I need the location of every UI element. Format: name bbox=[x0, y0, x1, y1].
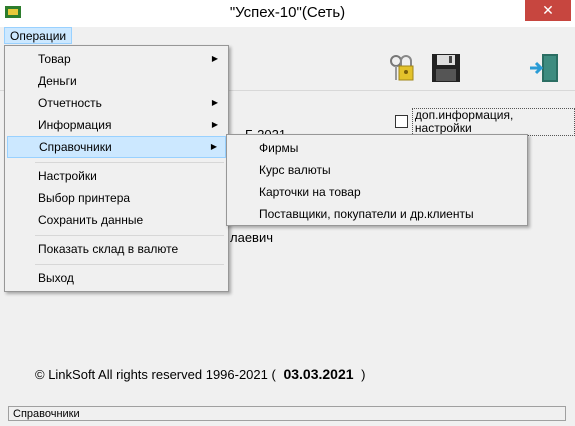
keys-lock-icon[interactable] bbox=[387, 52, 419, 84]
menu-item-label: Сохранить данные bbox=[38, 213, 144, 227]
close-button[interactable]: ✕ bbox=[525, 0, 571, 21]
menu-operations[interactable]: Операции bbox=[4, 27, 73, 44]
copyright-line: © LinkSoft All rights reserved 1996-2021… bbox=[35, 366, 366, 382]
menu-item-stock-currency[interactable]: Показать склад в валюте bbox=[7, 238, 226, 260]
menu-item-save-data[interactable]: Сохранить данные bbox=[7, 209, 226, 231]
extra-info-label: доп.информация, настройки bbox=[411, 107, 575, 136]
submenu-arrow-icon: ▶ bbox=[211, 98, 218, 107]
menu-item-money[interactable]: Деньги bbox=[7, 70, 226, 92]
operations-dropdown: Товар ▶ Деньги Отчетность ▶ Информация ▶… bbox=[4, 45, 229, 292]
submenu-item-clients[interactable]: Поставщики, покупатели и др.клиенты bbox=[229, 203, 525, 225]
submenu-arrow-icon: ▶ bbox=[211, 54, 218, 63]
submenu-item-exchange-rate[interactable]: Курс валюты bbox=[229, 159, 525, 181]
submenu-arrow-icon: ▶ bbox=[210, 142, 217, 151]
menu-separator bbox=[35, 235, 224, 236]
submenu-item-product-cards[interactable]: Карточки на товар bbox=[229, 181, 525, 203]
directories-submenu: Фирмы Курс валюты Карточки на товар Пост… bbox=[226, 134, 528, 226]
menu-item-label: Деньги bbox=[38, 74, 77, 88]
submenu-arrow-icon: ▶ bbox=[211, 120, 218, 129]
submenu-item-firms[interactable]: Фирмы bbox=[229, 137, 525, 159]
menu-item-label: Выбор принтера bbox=[38, 191, 131, 205]
window-title: "Успех-10"(Сеть) bbox=[229, 4, 346, 21]
menu-item-label: Информация bbox=[38, 118, 112, 132]
status-text: Справочники bbox=[8, 406, 566, 421]
extra-info-option[interactable]: доп.информация, настройки bbox=[395, 107, 575, 136]
menu-item-label: Выход bbox=[38, 271, 74, 285]
menu-item-goods[interactable]: Товар ▶ bbox=[7, 48, 226, 70]
menu-item-exit[interactable]: Выход bbox=[7, 267, 226, 289]
title-bar[interactable]: "Успех-10"(Сеть) ✕ bbox=[0, 0, 575, 27]
copyright-text: © LinkSoft All rights reserved 1996-2021… bbox=[35, 367, 276, 382]
menu-item-label: Настройки bbox=[38, 169, 97, 183]
app-window: "Успех-10"(Сеть) ✕ Операции доп.информац… bbox=[0, 0, 575, 426]
menu-bar: Операции bbox=[0, 27, 575, 45]
menu-separator bbox=[35, 162, 224, 163]
extra-info-checkbox[interactable] bbox=[395, 115, 408, 128]
menu-item-label: Справочники bbox=[39, 140, 112, 154]
current-date: 03.03.2021 bbox=[283, 366, 354, 382]
menu-separator bbox=[35, 264, 224, 265]
floppy-disk-icon[interactable] bbox=[430, 52, 462, 84]
menu-item-label: Отчетность bbox=[38, 96, 102, 110]
copyright-close: ) bbox=[361, 367, 366, 382]
menu-item-reports[interactable]: Отчетность ▶ bbox=[7, 92, 226, 114]
menu-item-printer[interactable]: Выбор принтера bbox=[7, 187, 226, 209]
exit-door-icon[interactable] bbox=[528, 52, 560, 84]
menu-item-information[interactable]: Информация ▶ bbox=[7, 114, 226, 136]
status-bar: Справочники bbox=[0, 403, 575, 426]
partial-name-text: лаевич bbox=[230, 230, 273, 245]
menu-item-label: Товар bbox=[38, 52, 71, 66]
menu-item-label: Показать склад в валюте bbox=[38, 242, 179, 256]
menu-item-directories[interactable]: Справочники ▶ bbox=[7, 136, 226, 158]
menu-item-settings[interactable]: Настройки bbox=[7, 165, 226, 187]
